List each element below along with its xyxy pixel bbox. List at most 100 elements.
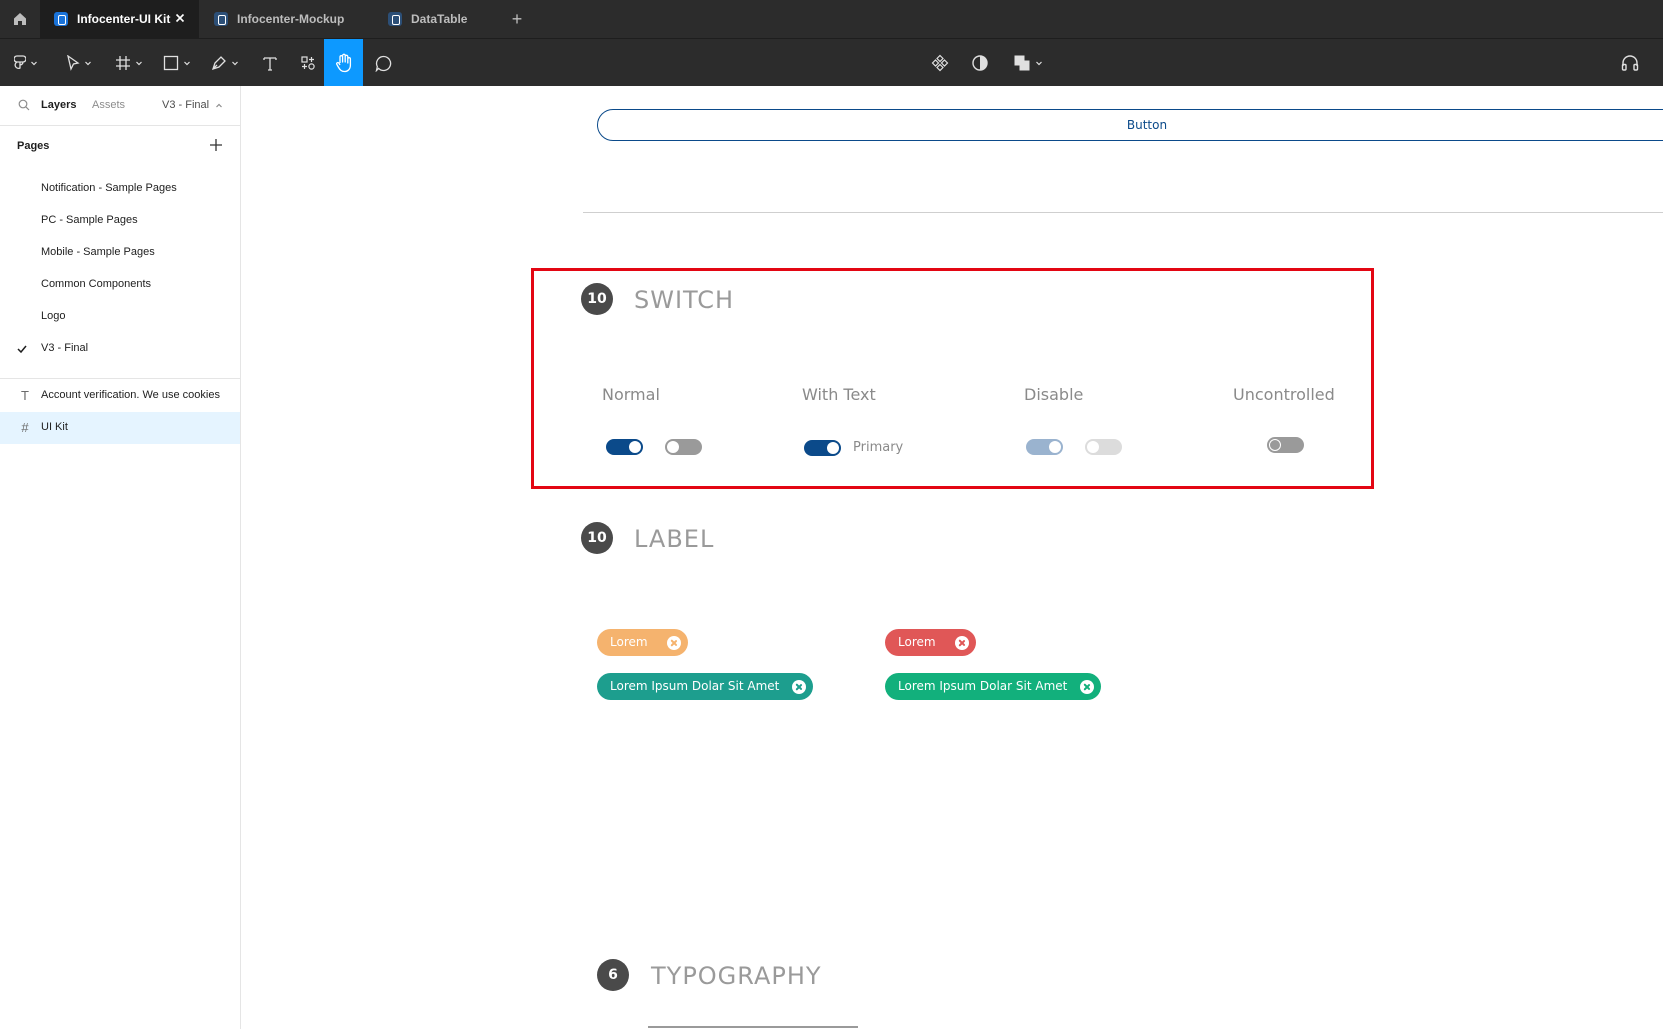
- comment-tool[interactable]: [364, 39, 402, 87]
- switch-column-label: Normal: [602, 385, 660, 404]
- resources-tool[interactable]: [290, 39, 326, 87]
- page-item-current[interactable]: V3 - Final: [0, 334, 240, 366]
- pen-icon: [211, 56, 226, 71]
- chevron-down-icon: [31, 61, 37, 66]
- pages-header: Pages: [0, 126, 240, 166]
- tab-datatable[interactable]: DataTable: [374, 0, 501, 38]
- section-number: 6: [597, 959, 629, 991]
- section-number: 10: [581, 283, 613, 315]
- page-item[interactable]: V1: [0, 366, 240, 369]
- pen-tool[interactable]: [206, 39, 244, 87]
- frame-layer-icon: #: [21, 420, 29, 435]
- component-button[interactable]: [922, 39, 958, 87]
- page-switcher[interactable]: V3 - Final: [162, 99, 209, 111]
- search-icon[interactable]: [18, 99, 30, 111]
- tab-assets[interactable]: Assets: [92, 99, 125, 111]
- boolean-union-icon: [1014, 55, 1030, 71]
- tab-bar: Infocenter-UI Kit Infocenter-Mockup Data…: [0, 0, 1663, 38]
- figma-logo-icon: [14, 55, 26, 69]
- home-button[interactable]: [0, 0, 40, 38]
- text-tool[interactable]: [252, 39, 288, 87]
- rectangle-icon: [163, 55, 179, 71]
- outline-button[interactable]: Button: [597, 109, 1663, 141]
- switch-normal-off[interactable]: [665, 439, 702, 455]
- switch-disabled-on: [1026, 439, 1063, 455]
- shape-tool[interactable]: [158, 39, 196, 87]
- close-icon[interactable]: [667, 636, 681, 650]
- page-item[interactable]: Notification - Sample Pages: [0, 174, 240, 206]
- component-icon: [931, 54, 949, 72]
- tab-infocenter-ui-kit[interactable]: Infocenter-UI Kit: [40, 0, 199, 38]
- pages-heading: Pages: [17, 140, 50, 152]
- panel-divider: [0, 378, 240, 379]
- switch-column-label: Uncontrolled: [1233, 385, 1335, 404]
- boolean-group-button[interactable]: [1006, 39, 1050, 87]
- switch-uncontrolled[interactable]: [1267, 437, 1304, 453]
- label-chip: Lorem: [885, 629, 976, 656]
- frame-tool[interactable]: [110, 39, 148, 87]
- label-chip: Lorem Ipsum Dolar Sit Amet: [885, 673, 1101, 700]
- page-item[interactable]: Mobile - Sample Pages: [0, 238, 240, 270]
- frame-icon: [116, 56, 130, 70]
- switch-normal-on[interactable]: [606, 439, 643, 455]
- page-item[interactable]: Logo: [0, 302, 240, 334]
- section-title: SWITCH: [634, 286, 735, 314]
- text-icon: [263, 57, 277, 71]
- tab-label: DataTable: [411, 12, 468, 26]
- tab-layers[interactable]: Layers: [41, 99, 76, 111]
- page-item[interactable]: Common Components: [0, 270, 240, 302]
- hand-icon: [335, 53, 351, 73]
- contrast-icon: [972, 55, 988, 71]
- cursor-icon: [67, 55, 80, 71]
- chevron-up-icon[interactable]: [215, 102, 223, 110]
- panel-tabs: Layers Assets V3 - Final: [0, 86, 240, 126]
- figma-file-icon: [388, 12, 402, 26]
- layer-item-frame[interactable]: # UI Kit: [0, 412, 240, 444]
- page-item[interactable]: PC - Sample Pages: [0, 206, 240, 238]
- section-divider: [583, 212, 1663, 213]
- chevron-down-icon: [184, 61, 190, 66]
- section-number: 10: [581, 522, 613, 554]
- page-list: Notification - Sample Pages PC - Sample …: [0, 174, 240, 369]
- tab-label: Infocenter-UI Kit: [77, 12, 171, 26]
- switch-text-label: Primary: [853, 440, 904, 455]
- close-icon[interactable]: [955, 636, 969, 650]
- hand-tool[interactable]: [324, 39, 363, 87]
- left-panel: Layers Assets V3 - Final Pages Notificat…: [0, 86, 241, 1029]
- switch-disabled-off: [1085, 439, 1122, 455]
- label-chip: Lorem Ipsum Dolar Sit Amet: [597, 673, 813, 700]
- figma-file-icon: [214, 12, 228, 26]
- tab-infocenter-mockup[interactable]: Infocenter-Mockup: [200, 0, 372, 38]
- close-icon[interactable]: [792, 680, 806, 694]
- section-title: LABEL: [634, 525, 715, 553]
- audio-button[interactable]: [1612, 39, 1648, 87]
- mask-button[interactable]: [962, 39, 998, 87]
- tab-label: Infocenter-Mockup: [237, 12, 345, 26]
- switch-with-text[interactable]: [804, 440, 841, 456]
- section-underline: [648, 1026, 858, 1028]
- new-tab-button[interactable]: +: [506, 8, 528, 30]
- switch-column-label: Disable: [1024, 385, 1084, 404]
- chevron-down-icon: [136, 61, 142, 66]
- plus-icon[interactable]: [209, 138, 223, 152]
- comment-icon: [375, 55, 391, 72]
- main-menu-button[interactable]: [8, 39, 44, 87]
- figma-file-icon: [54, 12, 68, 26]
- resources-icon: [301, 56, 315, 70]
- move-tool[interactable]: [60, 39, 98, 87]
- check-icon: [17, 345, 27, 354]
- close-icon[interactable]: [1080, 680, 1094, 694]
- canvas[interactable]: Button 10 SWITCH Normal With Text Disabl…: [241, 86, 1663, 1029]
- text-layer-icon: T: [21, 388, 29, 403]
- toolbar: [0, 38, 1663, 87]
- label-chip: Lorem: [597, 629, 688, 656]
- close-icon[interactable]: [173, 11, 187, 25]
- section-title: TYPOGRAPHY: [651, 962, 822, 990]
- chevron-down-icon: [232, 61, 238, 66]
- headphones-icon: [1621, 55, 1639, 71]
- chevron-down-icon: [1036, 61, 1042, 66]
- layer-item-text[interactable]: T Account verification. We use cookies: [0, 380, 240, 412]
- switch-column-label: With Text: [802, 385, 876, 404]
- chevron-down-icon: [85, 61, 91, 66]
- home-icon: [14, 13, 26, 25]
